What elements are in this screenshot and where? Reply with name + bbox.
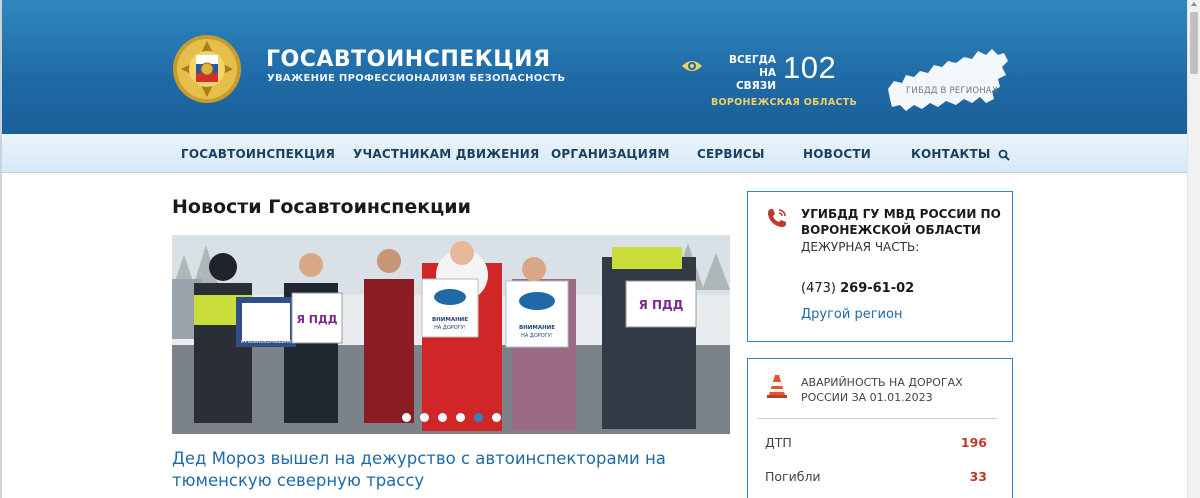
nav-item-contacts[interactable]: КОНТАКТЫ xyxy=(911,147,991,161)
page-scrollbar[interactable] xyxy=(1187,0,1200,498)
sign-kid-caption: #РебенокВМашине xyxy=(241,339,292,345)
stat-value-killed: 33 xyxy=(969,469,987,484)
slider-dot[interactable] xyxy=(456,413,465,422)
scroll-thumb[interactable] xyxy=(1190,12,1198,74)
news-slider[interactable]: #РебенокВМашине Я ПДД ВНИМАНИЕ НА ДОРОГУ… xyxy=(172,235,730,434)
nav-item-participants[interactable]: УЧАСТНИКАМ ДВИЖЕНИЯ xyxy=(353,147,539,161)
slider-dot[interactable] xyxy=(420,413,429,422)
stats-divider xyxy=(757,418,997,419)
always-line-2: НА СВЯЗИ xyxy=(735,67,776,92)
duty-label: ДЕЖУРНАЯ ЧАСТЬ: xyxy=(801,240,920,254)
sign-ya-pdd-1: Я ПДД xyxy=(296,313,337,326)
russia-map-icon[interactable] xyxy=(884,45,1012,117)
other-region-link[interactable]: Другой регион xyxy=(801,307,902,322)
stat-label-killed: Погибли xyxy=(765,469,821,484)
stat-label-dtp: ДТП xyxy=(765,435,792,450)
sign-vnimanie-3: ВНИМАНИЕ xyxy=(519,325,555,331)
stat-value-dtp: 196 xyxy=(960,435,987,450)
always-line-1: ВСЕГДА xyxy=(728,54,776,66)
eye-icon xyxy=(682,61,702,71)
duty-phone[interactable]: (473) 269-61-02 xyxy=(801,281,914,296)
sign-vnimanie-2: НА ДОРОГУ! xyxy=(434,325,466,331)
page-title: Новости Госавтоинспекции xyxy=(172,196,471,218)
sign-vnimanie-4: НА ДОРОГУ! xyxy=(521,333,553,339)
sign-vnimanie-1: ВНИМАНИЕ xyxy=(432,317,468,323)
duty-phone-number: 269-61-02 xyxy=(840,281,915,296)
slider-dot[interactable] xyxy=(492,413,501,422)
traffic-cone-icon xyxy=(767,375,787,398)
region-selector[interactable]: ВОРОНЕЖСКАЯ ОБЛАСТЬ xyxy=(711,97,857,108)
news-photo[interactable]: #РебенокВМашине Я ПДД ВНИМАНИЕ НА ДОРОГУ… xyxy=(172,235,730,434)
sign-ya-pdd-2: Я ПДД xyxy=(639,298,684,312)
map-label[interactable]: ГИБДД В РЕГИОНАХ xyxy=(906,86,998,96)
gai-emblem-icon[interactable] xyxy=(171,33,243,105)
scroll-up-icon[interactable] xyxy=(1191,2,1197,6)
nav-item-news[interactable]: НОВОСТИ xyxy=(803,147,871,161)
nav-item-gosavtoinspekciya[interactable]: ГОСАВТОИНСПЕКЦИЯ xyxy=(181,147,335,161)
slider-dot[interactable] xyxy=(402,413,411,422)
search-icon[interactable] xyxy=(998,149,1010,161)
nav-item-organizations[interactable]: ОРГАНИЗАЦИЯМ xyxy=(551,147,670,161)
brand-title[interactable]: ГОСАВТОИНСПЕКЦИЯ xyxy=(266,47,551,72)
phone-icon xyxy=(768,209,786,227)
slider-dot[interactable] xyxy=(474,413,483,422)
department-name: УГИБДД ГУ МВД РОССИИ ПО ВОРОНЕЖСКОЙ ОБЛА… xyxy=(801,207,1001,237)
brand-subtitle: УВАЖЕНИЕ ПРОФЕССИОНАЛИЗМ БЕЗОПАСНОСТЬ xyxy=(267,73,566,84)
duty-phone-code: (473) xyxy=(801,281,836,296)
news-headline-link[interactable]: Дед Мороз вышел на дежурство с автоинспе… xyxy=(172,448,732,492)
stats-title: АВАРИЙНОСТЬ НА ДОРОГАХ РОССИИ ЗА 01.01.2… xyxy=(801,376,963,404)
emergency-phone-number[interactable]: 102 xyxy=(783,50,836,86)
nav-item-services[interactable]: СЕРВИСЫ xyxy=(697,147,765,161)
always-available-text: ВСЕГДА НА СВЯЗИ xyxy=(716,54,776,93)
slider-dot[interactable] xyxy=(438,413,447,422)
